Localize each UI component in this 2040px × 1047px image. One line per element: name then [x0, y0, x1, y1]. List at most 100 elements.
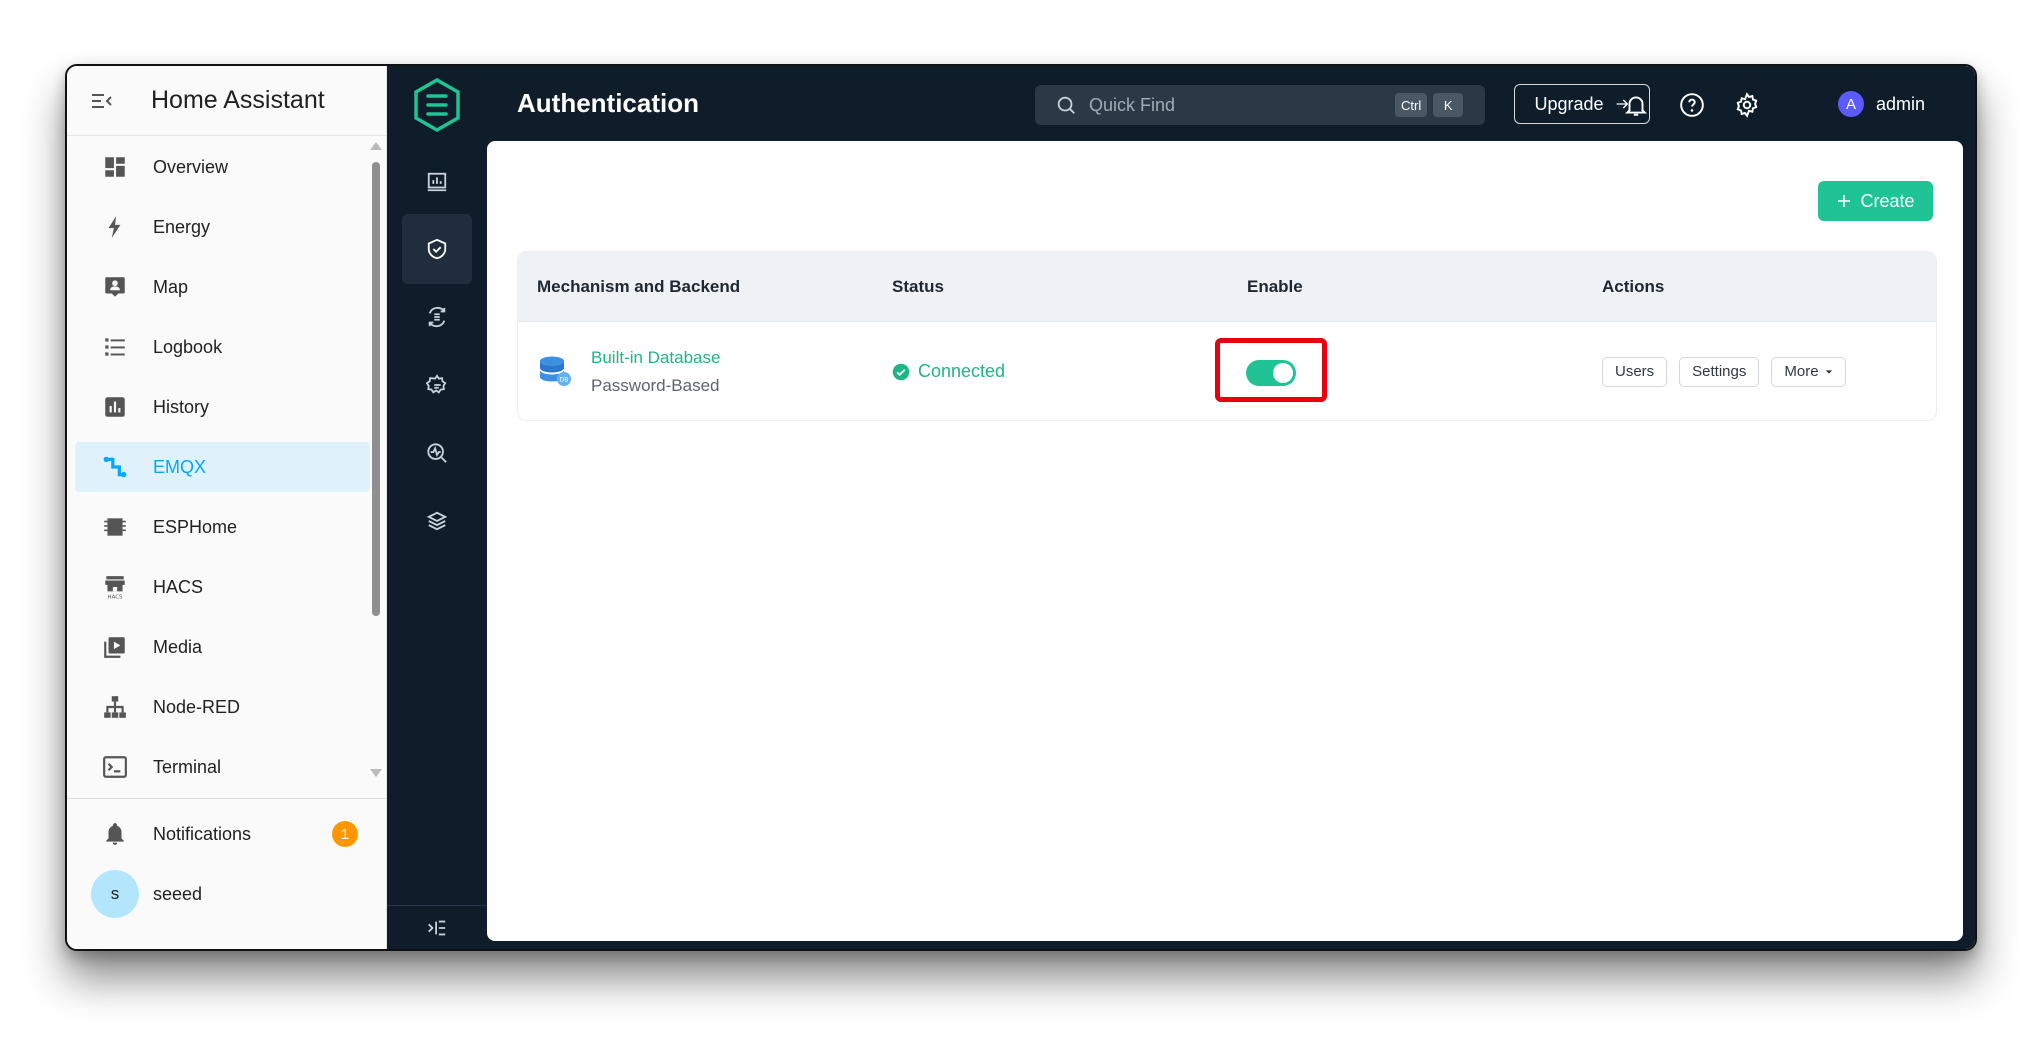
user-avatar: A — [1838, 91, 1864, 117]
dashboard-icon — [91, 143, 139, 191]
table-header: Mechanism and Backend Status Enable Acti… — [518, 252, 1936, 322]
nav-diagnose-icon[interactable] — [402, 418, 472, 488]
bell-icon — [91, 810, 139, 858]
sidebar-item-notifications[interactable]: Notifications 1 — [75, 809, 370, 859]
user-menu[interactable]: A admin — [1838, 88, 1925, 120]
list-icon — [91, 323, 139, 371]
ha-nav-list: Overview Energy Map Logbook History EMQX — [67, 142, 386, 802]
settings-label: Settings — [1692, 363, 1747, 380]
ha-sidebar-bottom: Notifications 1 s seeed — [67, 798, 386, 919]
nav-dashboard-icon[interactable] — [402, 147, 472, 217]
create-button[interactable]: Create — [1818, 181, 1933, 221]
quick-find-search[interactable]: Ctrl K — [1035, 85, 1485, 125]
database-icon: DB — [540, 356, 571, 386]
emqx-nav-rail — [387, 66, 487, 949]
sidebar-item-label: HACS — [153, 576, 204, 597]
users-label: Users — [1615, 363, 1655, 380]
table-row: DB Built-in Database Password-Based Conn… — [518, 322, 1936, 420]
bar-chart-icon — [91, 383, 139, 431]
sidebar-item-label: Map — [153, 276, 189, 297]
hacs-store-icon: HACS — [91, 563, 139, 611]
sidebar-item-label: Terminal — [153, 756, 222, 777]
sidebar-item-overview[interactable]: Overview — [75, 142, 370, 192]
column-header: Mechanism and Backend — [537, 276, 741, 296]
menu-collapse-icon[interactable] — [67, 66, 137, 136]
sidebar-item-label: Node-RED — [153, 696, 241, 717]
enable-toggle[interactable] — [1246, 360, 1296, 386]
app-window: Home Assistant Overview Energy Map Logbo… — [65, 64, 1977, 951]
rail-expand-icon[interactable] — [387, 905, 487, 949]
caret-down-icon — [1825, 369, 1832, 374]
play-library-icon — [91, 623, 139, 671]
avatar-initial: s — [91, 870, 139, 918]
scroll-thumb[interactable] — [372, 162, 380, 616]
create-label: Create — [1860, 190, 1915, 211]
more-dropdown-button[interactable]: More — [1771, 356, 1846, 387]
scroll-up-icon[interactable] — [370, 142, 382, 150]
ha-sidebar: Home Assistant Overview Energy Map Logbo… — [67, 66, 387, 949]
bell-icon[interactable] — [1621, 90, 1651, 120]
quick-find-input[interactable] — [1089, 94, 1389, 116]
sidebar-item-hacs[interactable]: HACS HACS — [75, 562, 370, 612]
scroll-down-icon[interactable] — [370, 769, 382, 777]
nav-management-icon[interactable] — [402, 350, 472, 420]
main-content: Create Mechanism and Backend Status Enab… — [487, 141, 1963, 941]
settings-gear-icon[interactable] — [1732, 90, 1762, 120]
sidebar-item-label: EMQX — [153, 456, 207, 477]
sidebar-item-map[interactable]: Map — [75, 262, 370, 312]
terminal-icon — [91, 743, 139, 791]
plus-icon — [1838, 195, 1851, 207]
sidebar-scrollbar[interactable] — [370, 142, 382, 782]
shortcut-ctrl-key: Ctrl — [1395, 93, 1428, 117]
lightning-icon — [91, 203, 139, 251]
status-text: Connected — [918, 361, 1006, 381]
backend-mechanism: Password-Based — [591, 375, 720, 395]
nav-system-icon[interactable] — [402, 486, 472, 556]
column-header: Enable — [1247, 276, 1303, 296]
notification-count-badge: 1 — [332, 821, 358, 847]
sidebar-item-label: seeed — [153, 883, 203, 904]
settings-button[interactable]: Settings — [1679, 356, 1760, 387]
sidebar-item-label: Energy — [153, 216, 211, 237]
page-title: Authentication — [517, 88, 699, 118]
auth-table: Mechanism and Backend Status Enable Acti… — [517, 251, 1937, 421]
sidebar-item-label: Media — [153, 636, 203, 657]
emqx-logo-icon — [414, 78, 460, 132]
sidebar-item-emqx[interactable]: EMQX — [75, 442, 370, 492]
shortcut-k-key: K — [1433, 93, 1464, 117]
sidebar-item-media[interactable]: Media — [75, 622, 370, 672]
sidebar-item-logbook[interactable]: Logbook — [75, 322, 370, 372]
user-avatar: s — [91, 870, 139, 918]
emqx-pipe-icon — [91, 443, 139, 491]
column-header: Actions — [1602, 276, 1665, 296]
backend-name-link[interactable]: Built-in Database — [591, 348, 720, 368]
sidebar-item-esphome[interactable]: ESPHome — [75, 502, 370, 552]
nav-access-control-icon[interactable] — [402, 214, 472, 284]
sidebar-item-label: Overview — [153, 156, 229, 177]
sidebar-item-label: Notifications — [153, 823, 252, 844]
backend-cell: DB Built-in Database Password-Based — [537, 348, 720, 396]
users-button[interactable]: Users — [1602, 356, 1668, 387]
sidebar-item-label: ESPHome — [153, 516, 238, 537]
user-name: admin — [1876, 93, 1926, 114]
sidebar-item-terminal[interactable]: Terminal — [75, 742, 370, 792]
sidebar-item-node-red[interactable]: Node-RED — [75, 682, 370, 732]
sidebar-item-user[interactable]: s seeed — [75, 869, 370, 919]
nav-integration-icon[interactable] — [402, 282, 472, 352]
emqx-dashboard: Authentication Ctrl K Upgrade A admin — [387, 66, 1975, 949]
map-person-icon — [91, 263, 139, 311]
sidebar-item-history[interactable]: History — [75, 382, 370, 432]
upgrade-label: Upgrade — [1534, 93, 1604, 114]
help-icon[interactable] — [1677, 90, 1707, 120]
ha-header: Home Assistant — [67, 66, 386, 136]
svg-text:DB: DB — [560, 376, 569, 383]
status-indicator: Connected — [892, 361, 1005, 382]
sidebar-item-energy[interactable]: Energy — [75, 202, 370, 252]
actions-cell: Users Settings More — [1602, 356, 1846, 387]
toggle-knob — [1273, 363, 1293, 383]
sitemap-icon — [91, 683, 139, 731]
ha-app-title: Home Assistant — [151, 86, 325, 114]
search-icon — [1057, 96, 1075, 114]
sidebar-item-label: Logbook — [153, 336, 223, 357]
check-circle-icon — [892, 363, 910, 380]
